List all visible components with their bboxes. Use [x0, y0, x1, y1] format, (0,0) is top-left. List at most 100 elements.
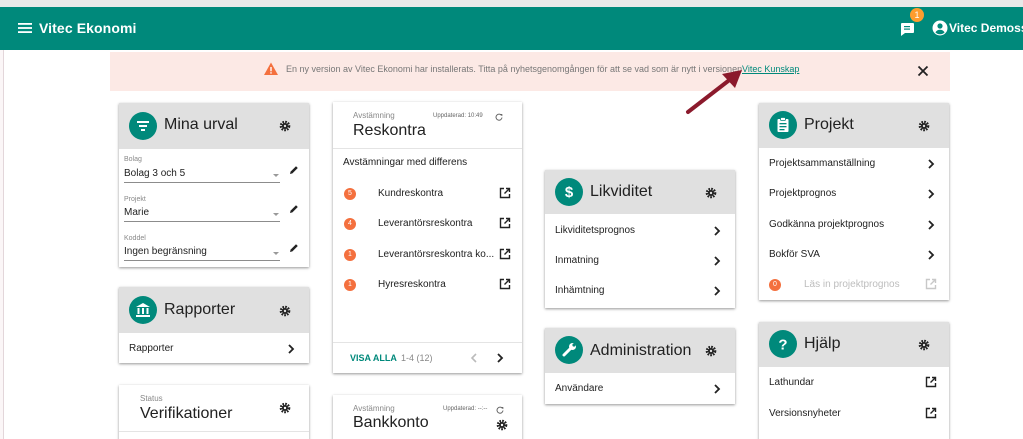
list-item-inhamtning[interactable]: Inhämtning [545, 277, 735, 305]
count-badge: 4 [344, 218, 356, 230]
list-item-leverantorsreskontra[interactable]: 4 Leverantörsreskontra [333, 210, 522, 238]
list-item-likviditetsprognos[interactable]: Likviditetsprognos [545, 217, 735, 245]
updated-time: Uppdaterad: 10:49 [433, 113, 483, 119]
bolag-select[interactable]: Bolag 3 och 5 [124, 168, 185, 179]
svg-text:?: ? [778, 337, 787, 354]
notification-badge: 1 [910, 8, 924, 22]
card-rapporter: Rapporter Rapporter [119, 287, 309, 363]
field-underline [124, 260, 280, 261]
section-heading: Avstämningar med differens [343, 157, 468, 168]
list-item-label: Användare [555, 383, 604, 394]
card-verifikationer: Status Verifikationer [119, 385, 309, 439]
list-item-leverantorsreskontra-ko[interactable]: 1 Leverantörsreskontra ko... [333, 241, 522, 269]
annotation-arrow [686, 70, 742, 114]
refresh-icon[interactable] [495, 113, 503, 121]
card-projekt: Projekt Projektsammanställning Projektpr… [759, 103, 949, 300]
show-all-button[interactable]: VISA ALLA [350, 353, 397, 363]
open-in-new-icon[interactable] [499, 217, 511, 229]
open-in-new-icon[interactable] [499, 248, 511, 260]
list-item-las-in-projektprognos: 0 Läs in projektprognos [759, 271, 949, 299]
card-title: Mina urval [164, 116, 238, 133]
banner-message: En ny version av Vitec Ekonomi har insta… [286, 64, 743, 74]
list-item-label: Kundreskontra [378, 188, 444, 199]
gear-icon[interactable] [496, 419, 508, 431]
list-item-label: Hyresreskontra [378, 279, 446, 290]
card-header: ? Hjälp [759, 322, 949, 367]
gear-icon[interactable] [279, 120, 291, 132]
bank-icon [129, 296, 157, 324]
field-label: Koddel [124, 235, 146, 242]
refresh-icon[interactable] [496, 406, 504, 414]
user-name[interactable]: Vitec Demosson [949, 21, 1023, 35]
pencil-icon[interactable] [289, 165, 299, 175]
pencil-icon[interactable] [289, 204, 299, 214]
chevron-right-icon[interactable] [496, 353, 504, 363]
close-icon[interactable] [915, 63, 931, 79]
menu-icon[interactable] [17, 20, 33, 36]
list-item-kundreskontra[interactable]: 5 Kundreskontra [333, 180, 522, 208]
pager-range: 1-4 (12) [401, 353, 433, 363]
card-administration: Administration Användare [545, 328, 735, 404]
list-item-bokfor-sva[interactable]: Bokför SVA [759, 241, 949, 269]
card-hjalp: ? Hjälp Lathundar Versionsnyheter [759, 322, 949, 439]
help-icon: ? [769, 330, 797, 358]
chevron-right-icon [714, 384, 721, 394]
list-item-inmatning[interactable]: Inmatning [545, 247, 735, 275]
open-in-new-icon[interactable] [925, 376, 937, 388]
dollar-icon: $ [555, 178, 583, 206]
card-mina-urval: Mina urval Bolag Bolag 3 och 5 Projekt M… [119, 103, 309, 267]
chevron-down-icon[interactable] [273, 252, 279, 255]
gear-icon[interactable] [918, 120, 930, 132]
count-badge: 1 [344, 249, 356, 261]
field-underline [124, 182, 280, 183]
list-item-lathundar[interactable]: Lathundar [759, 369, 949, 397]
gear-icon[interactable] [705, 187, 717, 199]
koddel-select[interactable]: Ingen begränsning [124, 246, 207, 257]
list-item-label: Leverantörsreskontra [378, 218, 473, 229]
gear-icon[interactable] [279, 305, 291, 317]
card-title: Bankkonto [353, 414, 429, 431]
card-title: Likviditet [590, 183, 653, 200]
field-underline [124, 221, 280, 222]
svg-text:$: $ [565, 184, 574, 201]
pencil-icon[interactable] [289, 243, 299, 253]
account-icon[interactable] [932, 20, 948, 36]
open-in-new-icon[interactable] [499, 187, 511, 199]
list-item-versionsnyheter[interactable]: Versionsnyheter [759, 400, 949, 428]
projekt-select[interactable]: Marie [124, 207, 149, 218]
app-title[interactable]: Vitec Ekonomi [39, 20, 137, 36]
list-item-hyresreskontra[interactable]: 1 Hyresreskontra [333, 271, 522, 299]
count-badge: 1 [344, 279, 356, 291]
list-item-projektsammanstallning[interactable]: Projektsammanställning [759, 150, 949, 178]
list-item-label: Projektsammanställning [769, 158, 876, 169]
list-item-label: Rapporter [129, 343, 174, 354]
divider [333, 148, 522, 149]
list-item-godkanna-projektprognos[interactable]: Godkänna projektprognos [759, 211, 949, 239]
window-edge [0, 7, 4, 439]
field-label: Projekt [124, 196, 146, 203]
list-item-label: Projektprognos [769, 188, 837, 199]
card-likviditet: $ Likviditet Likviditetsprognos Inmatnin… [545, 170, 735, 308]
open-in-new-icon[interactable] [499, 278, 511, 290]
list-item-projektprognos[interactable]: Projektprognos [759, 180, 949, 208]
chevron-left-icon[interactable] [470, 353, 478, 363]
list-item-label: Läs in projektprognos [804, 279, 900, 290]
gear-icon[interactable] [705, 345, 717, 357]
clipboard-icon [769, 111, 797, 139]
banner-link[interactable]: Vitec Kunskap [742, 64, 799, 74]
card-header: Mina urval [119, 103, 309, 149]
gear-icon[interactable] [279, 402, 291, 414]
gear-icon[interactable] [918, 339, 930, 351]
chevron-down-icon[interactable] [273, 174, 279, 177]
chevron-down-icon[interactable] [273, 213, 279, 216]
chevron-right-icon [928, 250, 935, 260]
list-item-label: Versionsnyheter [769, 408, 841, 419]
field-label: Bolag [124, 156, 142, 163]
list-item-rapporter[interactable]: Rapporter [119, 335, 309, 363]
card-header: $ Likviditet [545, 170, 735, 214]
filter-icon [129, 112, 157, 140]
list-item-anvandare[interactable]: Användare [545, 375, 735, 403]
app-bar: Vitec Ekonomi 1 Vitec Demosson [0, 7, 1023, 50]
card-subtitle: Status [140, 394, 163, 403]
open-in-new-icon[interactable] [925, 407, 937, 419]
